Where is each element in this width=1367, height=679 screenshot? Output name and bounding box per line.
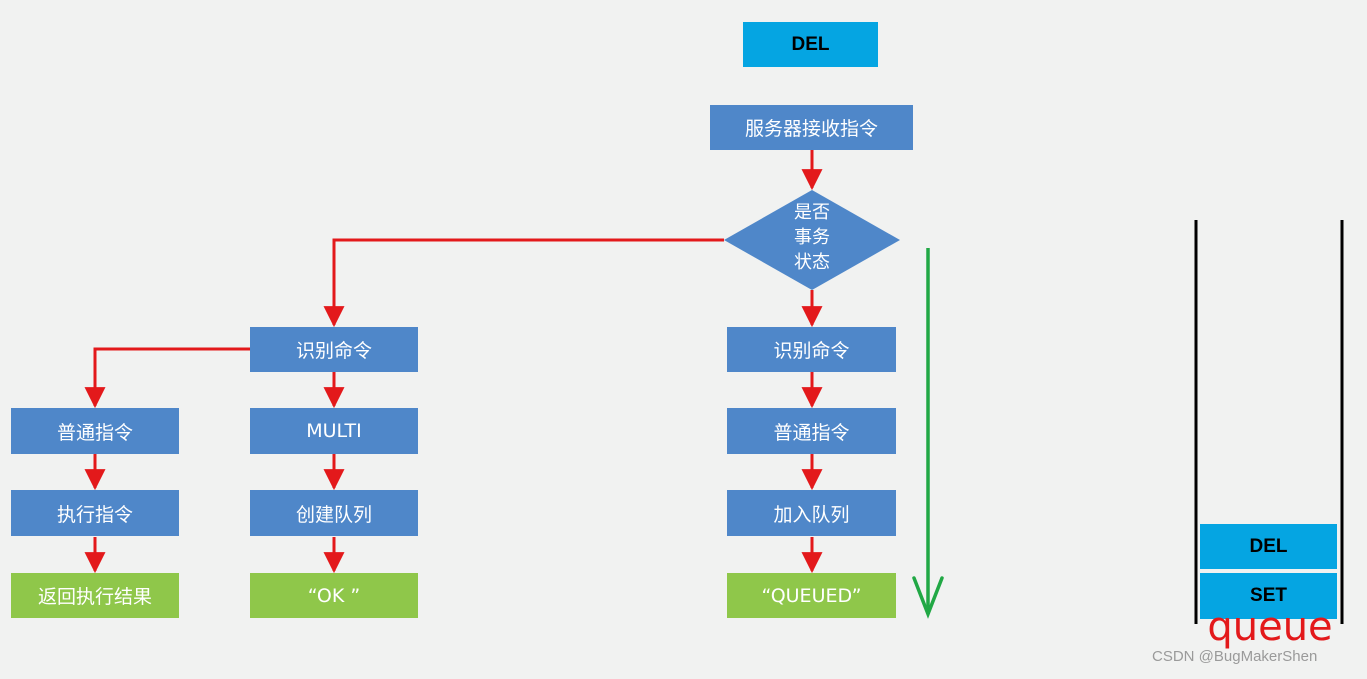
diagram: DEL 服务器接收指令 是否 事务 状态 识别命令 普通指令 执行指令 返回执行… [0, 0, 1367, 679]
green-flow-arrow [912, 248, 944, 619]
right-identify-box: 识别命令 [727, 327, 896, 372]
receive-command-box: 服务器接收指令 [710, 105, 913, 150]
return-result-box: 返回执行结果 [11, 573, 179, 618]
queued-box: “QUEUED” [727, 573, 896, 618]
enqueue-box: 加入队列 [727, 490, 896, 536]
left-identify-box: 识别命令 [250, 327, 418, 372]
multi-box: MULTI [250, 408, 418, 454]
connectors [84, 150, 1344, 624]
execute-command-box: 执行指令 [11, 490, 179, 536]
queue-label: queue [1207, 604, 1333, 650]
arrow-left-identify-to-normal [84, 347, 250, 409]
decision-label: 是否 事务 状态 [760, 200, 864, 275]
del-command-box: DEL [743, 22, 878, 67]
queue-item-del: DEL [1200, 524, 1337, 569]
create-queue-box: 创建队列 [250, 490, 418, 536]
ok-box: “OK ” [250, 573, 418, 618]
decision-line-3: 状态 [794, 252, 830, 273]
arrow-decision-to-left-identify [323, 238, 724, 328]
right-normal-command-box: 普通指令 [727, 408, 896, 454]
decision-line-1: 是否 [794, 202, 830, 223]
decision-line-2: 事务 [794, 227, 830, 248]
left-normal-command-box: 普通指令 [11, 408, 179, 454]
watermark: CSDN @BugMakerShen [1152, 648, 1318, 665]
